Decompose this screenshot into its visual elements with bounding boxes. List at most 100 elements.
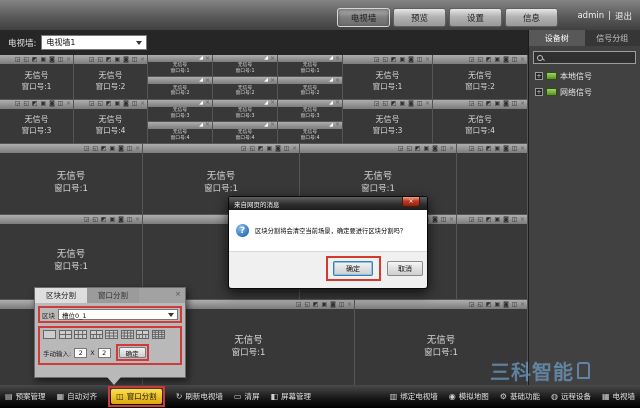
- toolbar-plan-management[interactable]: ▤ 预案管理: [5, 391, 46, 402]
- window-toolbar[interactable]: ◢×: [213, 55, 277, 62]
- split-4-icon[interactable]: [59, 330, 72, 339]
- window-toolbar[interactable]: ◢×: [213, 77, 277, 84]
- window-toolbar[interactable]: ◢×: [148, 100, 212, 107]
- wall-window[interactable]: ◲ ◱ ◩ ▣ ◙ ◫× 无信号窗口号:4: [74, 99, 147, 144]
- close-icon[interactable]: ×: [135, 146, 140, 152]
- window-toolbar[interactable]: ◢×: [278, 122, 342, 129]
- close-icon[interactable]: ×: [520, 146, 525, 152]
- tab-signal-group[interactable]: 信号分组: [585, 30, 640, 46]
- toolbar-auto-align[interactable]: ▦ 自动对齐: [57, 391, 98, 402]
- resize-icon[interactable]: ◢: [329, 56, 333, 61]
- split-9-icon[interactable]: [105, 330, 118, 339]
- toolbar-basic-functions[interactable]: ⚙ 基础功能: [500, 391, 540, 402]
- close-icon[interactable]: ×: [335, 56, 340, 62]
- cancel-button[interactable]: 取消: [387, 261, 423, 276]
- dialog-close-button[interactable]: ×: [402, 197, 420, 207]
- resize-icon[interactable]: ◢: [329, 101, 333, 106]
- close-icon[interactable]: ×: [347, 302, 352, 308]
- dialog-title-bar[interactable]: 来自网页的消息: [229, 197, 427, 210]
- split-12-icon[interactable]: [121, 330, 134, 339]
- wall-window[interactable]: ◲ ◱ ◩ ▣ ◙ ◫× 无信号窗口号:3: [0, 99, 73, 144]
- ok-button[interactable]: 确定: [333, 261, 373, 276]
- wall-window-small[interactable]: ◢× 无信号窗口号:3: [213, 99, 277, 121]
- close-icon[interactable]: ×: [520, 101, 525, 107]
- close-icon[interactable]: ×: [205, 56, 210, 62]
- close-icon[interactable]: ×: [205, 122, 210, 128]
- close-icon[interactable]: ×: [205, 100, 210, 106]
- resize-icon[interactable]: ◢: [264, 78, 268, 83]
- toolbar-bind-wall[interactable]: ▥ 绑定电视墙: [390, 391, 438, 402]
- search-input[interactable]: [533, 51, 636, 64]
- wall-window-small[interactable]: ◢× 无信号窗口号:1: [278, 55, 342, 76]
- window-toolbar[interactable]: ◢×: [148, 122, 212, 129]
- close-icon[interactable]: ×: [171, 288, 185, 303]
- window-toolbar[interactable]: ◲ ◱ ◩ ▣ ◙ ◫×: [143, 144, 299, 153]
- resize-icon[interactable]: ◢: [329, 123, 333, 128]
- close-icon[interactable]: ×: [66, 57, 71, 63]
- tab-window-split[interactable]: 窗口分割: [87, 288, 139, 303]
- wall-window[interactable]: ◲ ◱ ◩ ▣ ◙ ◫× 无信号窗口号:1: [343, 55, 432, 99]
- split-8-icon[interactable]: [90, 330, 103, 339]
- resize-icon[interactable]: ◢: [199, 123, 203, 128]
- window-toolbar[interactable]: ◲ ◱ ◩ ▣ ◙ ◫×: [433, 100, 527, 109]
- slot-select-dropdown[interactable]: 槽位0_1: [58, 309, 178, 320]
- logout-link[interactable]: 退出: [615, 10, 632, 22]
- confirm-split-button[interactable]: 确定: [119, 347, 146, 358]
- tree-item-network-signal[interactable]: + 网络信号: [529, 84, 640, 100]
- window-toolbar[interactable]: ◲ ◱ ◩ ▣ ◙ ◫×: [0, 100, 73, 109]
- window-toolbar[interactable]: ◢×: [278, 100, 342, 107]
- window-toolbar[interactable]: ◲ ◱ ◩ ▣ ◙ ◫×: [355, 300, 527, 309]
- split-1-icon[interactable]: [43, 330, 56, 339]
- window-toolbar[interactable]: ◲ ◱ ◩ ▣ ◙ ◫×: [457, 144, 527, 153]
- close-icon[interactable]: ×: [520, 57, 525, 63]
- wall-window[interactable]: ◲ ◱ ◩ ▣ ◙ ◫× 无信号窗口号:2: [74, 55, 147, 99]
- tab-block-split[interactable]: 区块分割: [35, 288, 87, 303]
- close-icon[interactable]: ×: [520, 217, 525, 223]
- window-toolbar[interactable]: ◢×: [213, 122, 277, 129]
- wall-window[interactable]: ◲ ◱ ◩ ▣ ◙ ◫× 无信号窗口号:3: [343, 99, 432, 144]
- cols-input[interactable]: 2: [74, 348, 87, 358]
- close-icon[interactable]: ×: [520, 302, 525, 308]
- wall-window-small[interactable]: ◢× 无信号窗口号:1: [148, 55, 212, 76]
- resize-icon[interactable]: ◢: [329, 78, 333, 83]
- toolbar-clear-screen[interactable]: ▭ 清屏: [234, 391, 260, 402]
- wall-window-small[interactable]: ◢× 无信号窗口号:4: [278, 121, 342, 143]
- window-toolbar[interactable]: ◲ ◱ ◩ ▣ ◙ ◫×: [0, 215, 142, 224]
- close-icon[interactable]: ×: [270, 100, 275, 106]
- window-toolbar[interactable]: ◲ ◱ ◩ ▣ ◙ ◫×: [343, 100, 432, 109]
- close-icon[interactable]: ×: [270, 78, 275, 84]
- window-toolbar[interactable]: ◲ ◱ ◩ ▣ ◙ ◫×: [457, 215, 527, 224]
- toolbar-tv-wall[interactable]: ▦ 电视墙: [602, 391, 635, 402]
- tree-item-local-signal[interactable]: + 本地信号: [529, 68, 640, 84]
- resize-icon[interactable]: ◢: [264, 56, 268, 61]
- split-6-icon[interactable]: [74, 330, 87, 339]
- expand-icon[interactable]: +: [535, 72, 543, 80]
- rows-input[interactable]: 2: [98, 348, 111, 358]
- close-icon[interactable]: ×: [335, 122, 340, 128]
- close-icon[interactable]: ×: [205, 78, 210, 84]
- close-icon[interactable]: ×: [66, 101, 71, 107]
- wall-window-small[interactable]: ◢× 无信号窗口号:2: [148, 76, 212, 98]
- wall-window-small[interactable]: ◢× 无信号窗口号:2: [278, 76, 342, 98]
- close-icon[interactable]: ×: [449, 217, 454, 223]
- resize-icon[interactable]: ◢: [199, 56, 203, 61]
- wall-window-small[interactable]: ◢× 无信号窗口号:4: [213, 121, 277, 143]
- window-toolbar[interactable]: ◲ ◱ ◩ ▣ ◙ ◫×: [300, 144, 456, 153]
- window-toolbar[interactable]: ◢×: [278, 77, 342, 84]
- window-toolbar[interactable]: ◲ ◱ ◩ ▣ ◙ ◫×: [74, 100, 147, 109]
- split-13-icon[interactable]: [136, 330, 149, 339]
- window-toolbar[interactable]: ◢×: [278, 55, 342, 62]
- wall-window-small[interactable]: ◢× 无信号窗口号:1: [213, 55, 277, 76]
- wall-window[interactable]: ◲ ◱ ◩ ▣ ◙ ◫× 无信号窗口号:2: [433, 55, 527, 99]
- resize-icon[interactable]: ◢: [264, 123, 268, 128]
- resize-icon[interactable]: ◢: [199, 101, 203, 106]
- close-icon[interactable]: ×: [335, 100, 340, 106]
- wall-window[interactable]: ◲ ◱ ◩ ▣ ◙ ◫×: [457, 144, 528, 214]
- toolbar-simulated-map[interactable]: ◉ 模拟地图: [449, 391, 489, 402]
- close-icon[interactable]: ×: [270, 56, 275, 62]
- split-16-icon[interactable]: [152, 330, 165, 339]
- wall-window-small[interactable]: ◢× 无信号窗口号:3: [278, 99, 342, 121]
- window-toolbar[interactable]: ◲ ◱ ◩ ▣ ◙ ◫×: [433, 55, 527, 64]
- window-toolbar[interactable]: ◲ ◱ ◩ ▣ ◙ ◫×: [0, 144, 142, 153]
- tab-device-tree[interactable]: 设备树: [529, 30, 585, 46]
